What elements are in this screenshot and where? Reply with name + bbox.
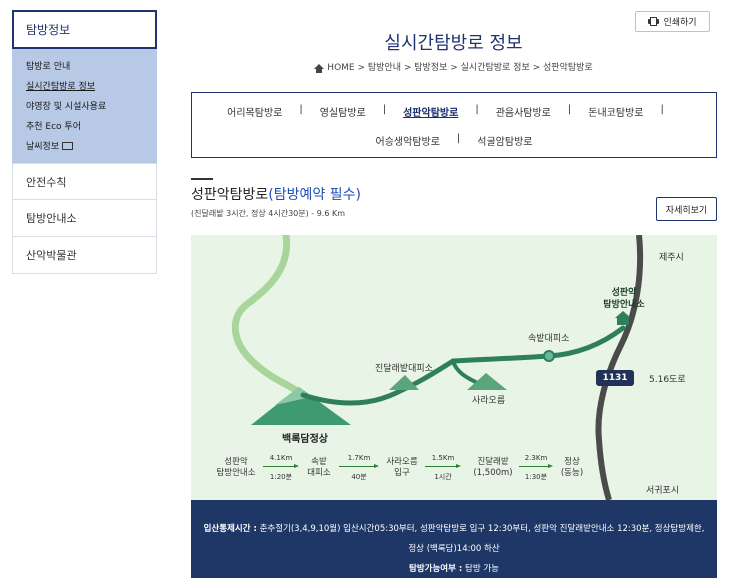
route-step: 성판악 탐방안내소 xyxy=(209,457,263,479)
tab-yeongsil-trail[interactable]: 영실탐방로 xyxy=(320,104,366,119)
step-sub: 탐방안내소 xyxy=(216,468,256,478)
shelter-roof xyxy=(615,311,631,318)
section-subtitle: (진달래밭 3시간, 정상 4시간30분) - 9.6 Km xyxy=(191,209,346,218)
label-sokbat-shelter: 속밭대피소 xyxy=(528,334,570,344)
trail-map: 제주시 성판악 탐방안내소 속밭대피소 진달래밭대피소 사라오름 백록담정상 11… xyxy=(191,235,717,500)
route-step: 사라오름 입구 xyxy=(379,457,425,479)
segment-distance: 4.1Km xyxy=(269,454,293,462)
seongpanak-trail-path xyxy=(300,325,626,406)
label-sara-oreum: 사라오름 xyxy=(472,396,506,406)
sidebar-subitem-eco-tour[interactable]: 추천 Eco 투어 xyxy=(26,117,157,137)
page-title: 실시간탐방로 정보 xyxy=(384,33,523,54)
print-button-label: 인쇄하기 xyxy=(663,18,697,28)
step-name: 속밭 xyxy=(311,457,327,467)
route-segment: 2.3Km 1:30분 xyxy=(519,454,553,482)
tab-eorimok-trail[interactable]: 어리목탐방로 xyxy=(227,104,282,119)
route-segment: 1.5Km 1시간 xyxy=(425,454,461,482)
notice-entry-label: 입산통제시간 : xyxy=(203,524,257,534)
section-title-main: 성판악탐방로 xyxy=(191,187,269,203)
route-segment: 4.1Km 1:20분 xyxy=(263,454,299,482)
tab-seokguram-trail[interactable]: 석굴암탐방로 xyxy=(477,133,532,148)
route-segment: 1.7Km 40분 xyxy=(339,454,379,482)
sokbat-shelter-node xyxy=(543,350,555,362)
arrow-right-icon xyxy=(425,464,461,470)
step-sub: (1,500m) xyxy=(473,468,513,478)
tab-separator: | xyxy=(660,104,664,115)
section-title: 성판악탐방로(탐방예약 필수) xyxy=(191,184,361,204)
sidebar-item-visitor-center[interactable]: 탐방안내소 xyxy=(12,200,157,237)
arrow-right-icon xyxy=(339,464,379,470)
shelter-label-line2: 탐방안내소 xyxy=(603,300,645,310)
tab-separator: | xyxy=(456,133,461,144)
sidebar-submenu: 탐방로 안내 실시간탐방로 정보 야영장 및 시설사용료 추천 Eco 투어 날… xyxy=(12,49,157,163)
road-5-16 xyxy=(595,235,644,500)
segment-time: 40분 xyxy=(351,473,367,481)
tab-separator: | xyxy=(475,104,479,115)
notice-entry-line2: 정상 (백록담)14:00 하산 xyxy=(408,544,500,554)
step-name: 정상 xyxy=(564,457,580,467)
segment-distance: 1.5Km xyxy=(431,454,455,462)
segment-distance: 1.7Km xyxy=(347,454,371,462)
notice-availability-line: 탐방가능여부 : 탐방 가능 xyxy=(191,559,717,578)
sidebar-subitem-weather[interactable]: 날씨정보 xyxy=(26,137,157,157)
home-icon xyxy=(314,64,325,73)
arrow-right-icon xyxy=(263,464,299,470)
segment-time: 1:20분 xyxy=(269,473,293,481)
route-step: 정상 (동능) xyxy=(557,457,587,479)
section-accent-bar xyxy=(191,178,213,180)
seongpanak-shelter-marker xyxy=(617,317,629,325)
route-step: 진달래밭 (1,500m) xyxy=(463,457,523,479)
sidebar-item-mountain-museum[interactable]: 산악박물관 xyxy=(12,237,157,274)
sidebar-header-trail-info[interactable]: 탐방정보 xyxy=(12,10,157,49)
tab-eoseungsaengak-trail[interactable]: 어승생악탐방로 xyxy=(376,133,440,148)
step-sub: 대피소 xyxy=(307,468,331,478)
label-seongpanak-shelter: 성판악탐방안내소 xyxy=(594,287,654,311)
road-number-badge: 1131 xyxy=(596,370,634,386)
notice-availability-text: 탐방 가능 xyxy=(465,564,499,574)
step-sub: (동능) xyxy=(560,468,584,478)
label-jeju-city: 제주시 xyxy=(659,253,684,263)
breadcrumb: HOME > 탐방안내 > 탐방정보 > 실시간탐방로 정보 > 성판악탐방로 xyxy=(191,60,716,73)
label-jindallae-shelter: 진달래밭대피소 xyxy=(375,364,433,374)
printer-icon xyxy=(648,17,660,26)
section-title-reservation: (탐방예약 필수) xyxy=(268,187,361,203)
tab-separator: | xyxy=(382,104,387,115)
trail-tabs: 어리목탐방로 | 영실탐방로 | 성판악탐방로 | 관음사탐방로 | 돈내코탐방로 | 어… xyxy=(191,92,717,158)
tab-separator: | xyxy=(567,104,572,115)
segment-time: 1시간 xyxy=(434,473,452,481)
tab-seongpanak-trail[interactable]: 성판악탐방로 xyxy=(403,104,458,119)
segment-distance: 2.3Km xyxy=(524,454,548,462)
new-window-icon xyxy=(62,142,74,150)
label-peak: 백록담정상 xyxy=(282,434,328,445)
detail-button[interactable]: 자세히보기 xyxy=(656,197,717,221)
trail-tabs-row-1: 어리목탐방로 | 영실탐방로 | 성판악탐방로 | 관음사탐방로 | 돈내코탐방로 | xyxy=(192,104,716,119)
notice-entry-line: 입산통제시간 : 춘추절기(3,4,9,10월) 입산시간05:30부터, 성판… xyxy=(191,519,717,539)
tab-gwaneumsa-trail[interactable]: 관음사탐방로 xyxy=(496,104,551,119)
route-step: 속밭 대피소 xyxy=(299,457,339,479)
sidebar-subitem-weather-label: 날씨정보 xyxy=(26,142,60,152)
step-name: 성판악 xyxy=(224,457,248,467)
tab-separator: | xyxy=(299,104,303,115)
step-name: 사라오름 xyxy=(386,457,418,467)
notice-entry-text: 춘추절기(3,4,9,10월) 입산시간05:30부터, 성판악탐방로 입구 1… xyxy=(259,524,705,534)
notice-bar: 입산통제시간 : 춘추절기(3,4,9,10월) 입산시간05:30부터, 성판… xyxy=(191,500,717,578)
breadcrumb-text[interactable]: HOME > 탐방안내 > 탐방정보 > 실시간탐방로 정보 > 성판악탐방로 xyxy=(327,63,592,73)
north-trail-path xyxy=(231,235,307,399)
step-name: 진달래밭 xyxy=(477,457,509,467)
trail-tabs-row-2: 어승생악탐방로 | 석굴암탐방로 xyxy=(192,133,716,148)
sidebar-item-safety-rules[interactable]: 안전수칙 xyxy=(12,163,157,200)
notice-availability-label: 탐방가능여부 : xyxy=(409,564,463,574)
label-road-name: 5.16도로 xyxy=(649,375,686,385)
sidebar-subitem-realtime-trail[interactable]: 실시간탐방로 정보 xyxy=(26,77,157,97)
step-sub: 입구 xyxy=(394,468,410,478)
arrow-right-icon xyxy=(519,464,553,470)
sidebar-subitem-trail-guide[interactable]: 탐방로 안내 xyxy=(26,57,157,77)
sidebar-subitem-campsite-fees[interactable]: 야영장 및 시설사용료 xyxy=(26,97,157,117)
tab-donnaeko-trail[interactable]: 돈내코탐방로 xyxy=(588,104,643,119)
label-seogwipo: 서귀포시 xyxy=(646,486,680,496)
shelter-label-line1: 성판악 xyxy=(611,288,637,298)
sidebar: 탐방정보 탐방로 안내 실시간탐방로 정보 야영장 및 시설사용료 추천 Eco… xyxy=(12,10,157,274)
segment-time: 1:30분 xyxy=(524,473,548,481)
